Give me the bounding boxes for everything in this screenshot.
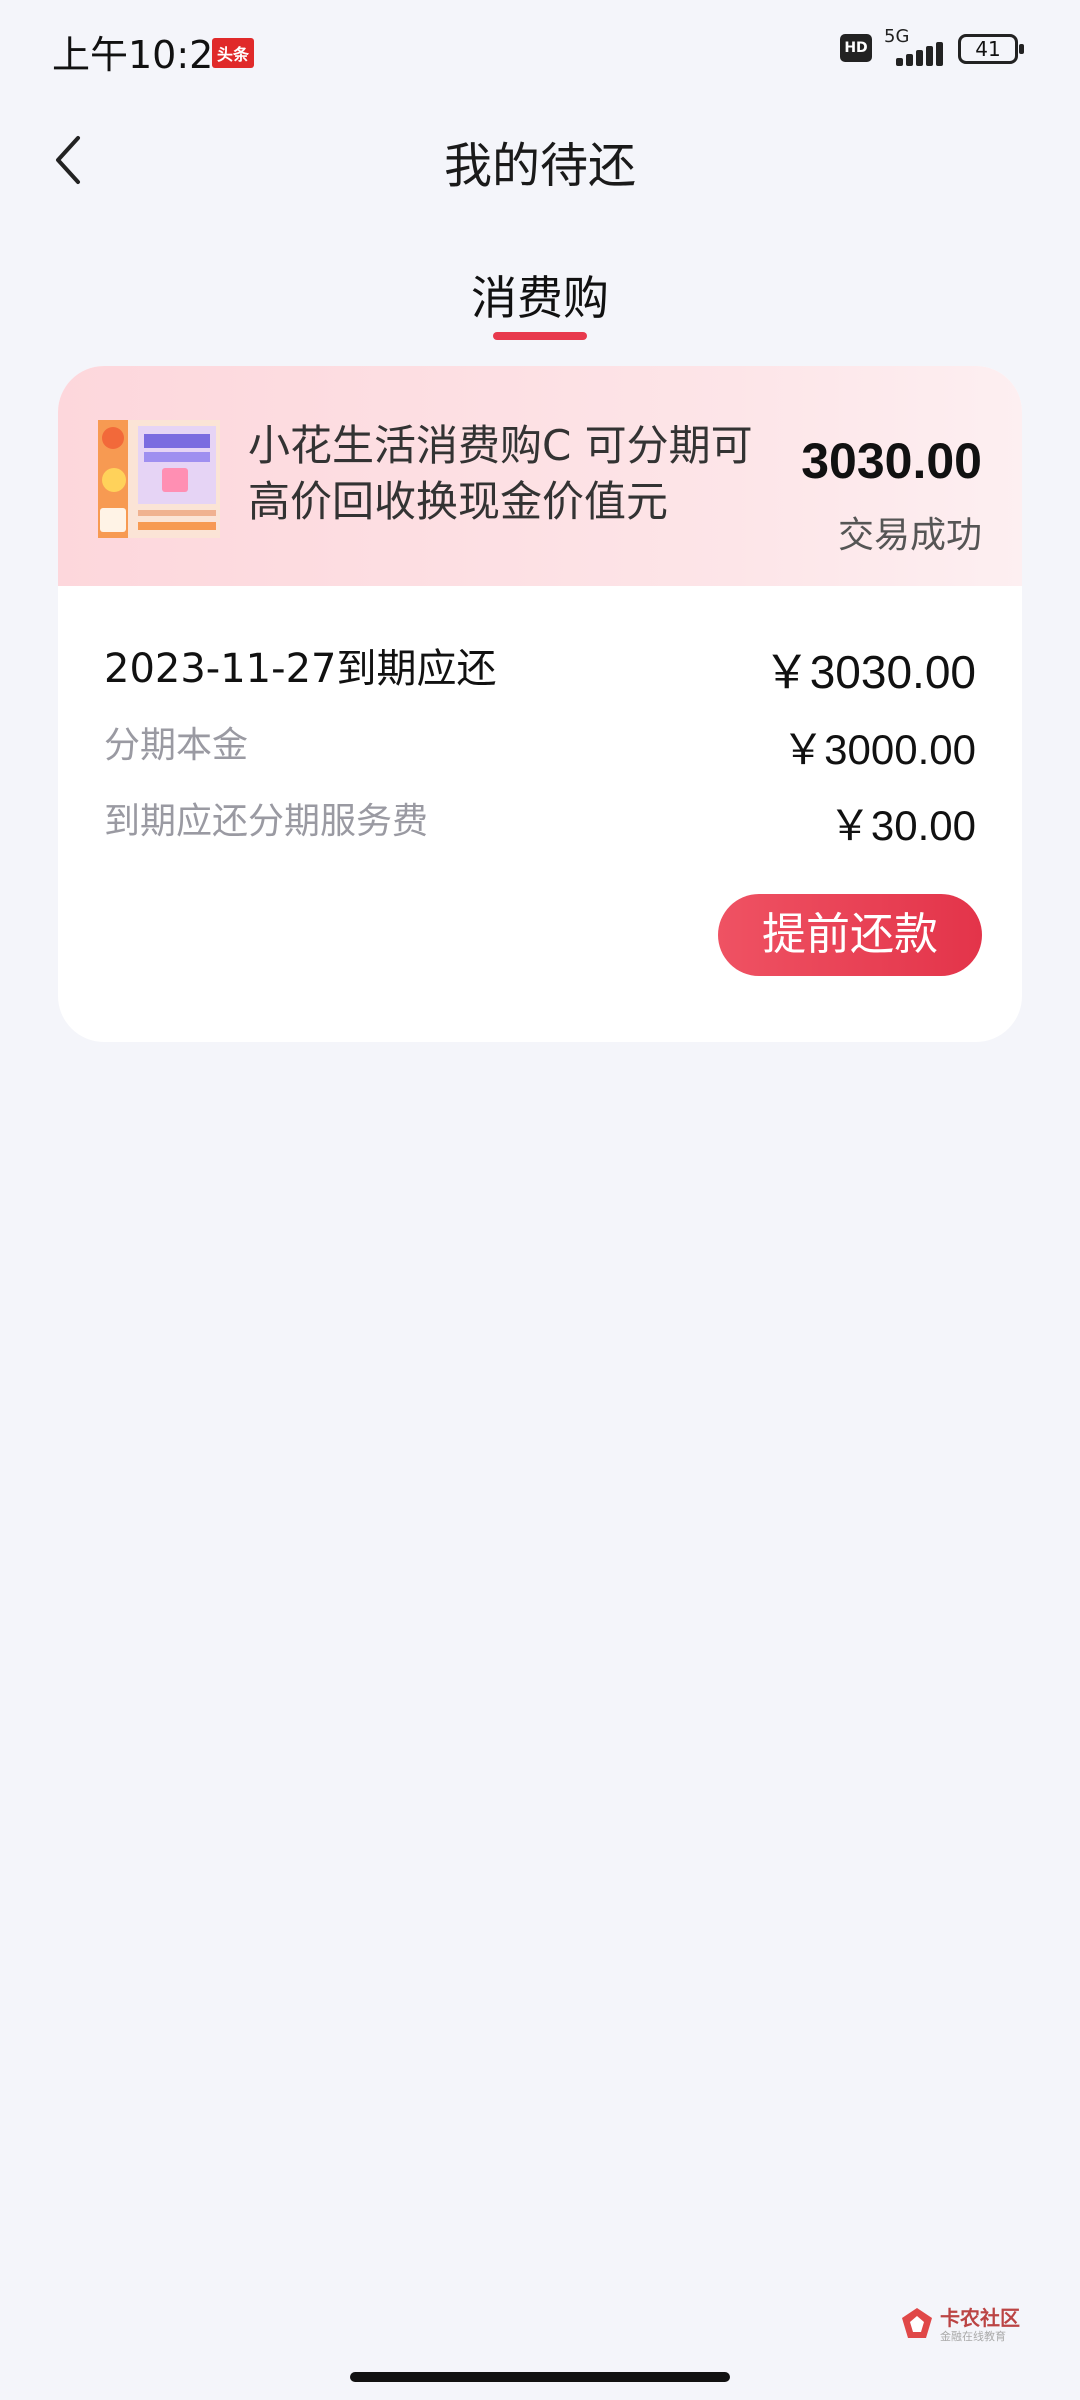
principal-amount: ￥3000.00 <box>782 726 976 773</box>
kanong-logo-icon <box>902 2308 932 2338</box>
repayment-card: 小花生活消费购C 可分期可高价回收换现金价值元 3030.00 交易成功 202… <box>58 366 1022 1042</box>
early-repay-button[interactable]: 提前还款 <box>718 894 982 976</box>
product-thumbnail <box>98 420 220 538</box>
order-amount: 3030.00 <box>801 433 982 489</box>
service-fee-row: 到期应还分期服务费 ￥30.00 <box>104 792 976 852</box>
signal-icon <box>884 40 944 66</box>
service-fee-label: 到期应还分期服务费 <box>104 801 429 842</box>
battery-level: 41 <box>975 37 1001 61</box>
news-app-badge: 头条 <box>212 38 255 68</box>
header: 我的待还 <box>0 110 1080 210</box>
watermark-subtext: 金融在线教育 <box>940 2330 1006 2343</box>
status-time: 上午10:21 <box>52 33 238 77</box>
page-title: 我的待还 <box>443 138 636 194</box>
status-bar: 上午10:21 头条 HD 5G 41 <box>0 0 1080 100</box>
principal-label: 分期本金 <box>104 725 249 766</box>
product-summary[interactable]: 小花生活消费购C 可分期可高价回收换现金价值元 3030.00 交易成功 <box>58 366 1022 586</box>
due-label: 2023-11-27到期应还 <box>104 646 497 692</box>
tab-active-indicator <box>493 332 587 340</box>
tab-consumer-purchase[interactable]: 消费购 <box>0 262 1080 342</box>
watermark: 卡农社区 金融在线教育 <box>898 2300 1028 2348</box>
principal-row: 分期本金 ￥3000.00 <box>104 716 976 776</box>
hd-icon: HD <box>840 34 872 62</box>
due-row: 2023-11-27到期应还 ￥3030.00 <box>104 636 976 698</box>
product-name: 小花生活消费购C 可分期可高价回收换现金价值元 <box>248 421 753 526</box>
page: 上午10:21 头条 HD 5G 41 我的待还 消费购 小花生活消费购C 可分… <box>0 0 1080 2400</box>
service-fee-amount: ￥30.00 <box>828 802 976 849</box>
battery-icon: 41 <box>958 34 1024 64</box>
order-status: 交易成功 <box>837 515 982 556</box>
watermark-text: 卡农社区 <box>940 2306 1020 2330</box>
tab-label: 消费购 <box>471 271 609 325</box>
home-indicator[interactable] <box>350 2372 730 2382</box>
due-amount: ￥3030.00 <box>763 646 976 698</box>
